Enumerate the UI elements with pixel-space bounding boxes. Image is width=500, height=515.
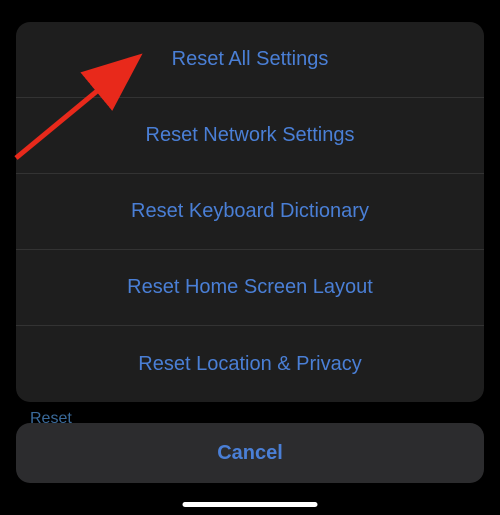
- reset-action-sheet: Reset All Settings Reset Network Setting…: [16, 22, 484, 402]
- home-indicator[interactable]: [183, 502, 318, 507]
- reset-home-screen-layout-button[interactable]: Reset Home Screen Layout: [16, 250, 484, 326]
- reset-location-privacy-button[interactable]: Reset Location & Privacy: [16, 326, 484, 402]
- cancel-button[interactable]: Cancel: [16, 423, 484, 483]
- reset-keyboard-dictionary-button[interactable]: Reset Keyboard Dictionary: [16, 174, 484, 250]
- reset-all-settings-button[interactable]: Reset All Settings: [16, 22, 484, 98]
- reset-network-settings-button[interactable]: Reset Network Settings: [16, 98, 484, 174]
